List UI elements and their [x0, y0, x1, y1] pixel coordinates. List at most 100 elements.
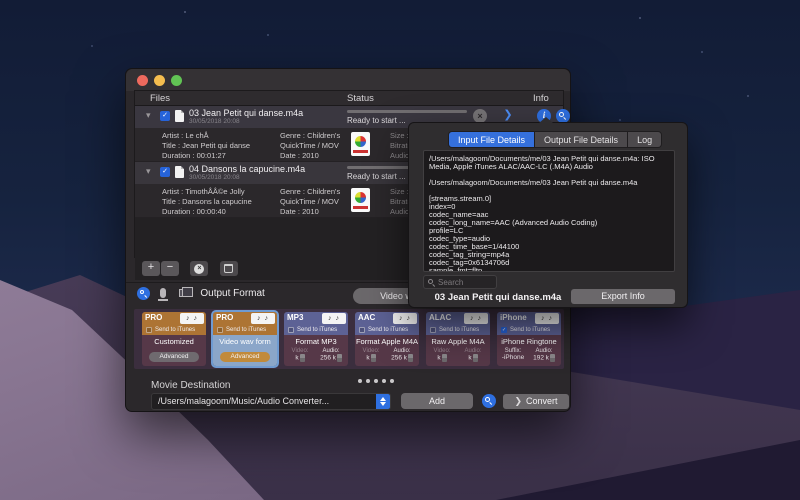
cancel-icon[interactable]: × — [473, 109, 487, 123]
stepper-icon[interactable] — [549, 354, 555, 362]
search-icon — [428, 279, 433, 284]
clear-list-button[interactable] — [219, 261, 238, 276]
send-to-itunes-label: Send to iTunes — [155, 327, 196, 333]
container-text: QuickTime / MOV — [280, 141, 339, 150]
zoom-window-button[interactable] — [171, 75, 182, 86]
music-notes-icon: ♪ ♪ — [464, 313, 488, 324]
tab-log[interactable]: Log — [628, 132, 662, 147]
trash-icon — [223, 264, 233, 273]
title-text: Title : Dansons la capucine — [162, 197, 252, 206]
container-text: QuickTime / MOV — [280, 197, 339, 206]
send-to-itunes-label: Send to iTunes — [439, 327, 480, 333]
destination-path-select[interactable]: /Users/malagoom/Music/Audio Converter... — [151, 393, 391, 410]
magnifier-glyph — [559, 112, 564, 117]
microphone-icon[interactable] — [158, 288, 169, 301]
card-badge: PRO — [216, 313, 234, 322]
card-name: Customized — [154, 337, 194, 346]
advanced-button[interactable]: Advanced — [149, 352, 199, 362]
list-header: Files Status Info — [135, 91, 563, 106]
card-name: Raw Apple M4A — [431, 337, 485, 346]
send-to-itunes-label: Send to iTunes — [297, 327, 338, 333]
stepper-icon[interactable] — [407, 354, 413, 362]
export-info-button[interactable]: Export Info — [571, 289, 675, 304]
card-name: iPhone Ringtone — [501, 337, 557, 346]
column-files: Files — [150, 93, 171, 104]
card-badge: ALAC — [429, 313, 452, 322]
preset-card-mp3[interactable]: MP3 ♪ ♪ Send to iTunes Format MP3 Video:… — [284, 312, 348, 366]
send-to-itunes-label: Send to iTunes — [226, 327, 267, 333]
output-format-header: Output Format — [137, 287, 265, 303]
gear-icon: × — [194, 264, 205, 274]
file-checkbox[interactable]: ✓ — [160, 167, 170, 177]
settings-button[interactable]: × — [190, 261, 209, 276]
disclosure-triangle-icon[interactable]: ▾ — [146, 110, 151, 121]
detail-tabs: Input File Details Output File Details L… — [448, 131, 663, 148]
preset-card-aac[interactable]: AAC ♪ ♪ Send to iTunes Format Apple M4A … — [355, 312, 419, 366]
media-file-icon — [351, 132, 370, 156]
search-input[interactable] — [438, 276, 494, 288]
preset-card-iphone[interactable]: iPhone ♪ ♪ ✓ Send to iTunes iPhone Ringt… — [497, 312, 561, 366]
file-details-text[interactable]: /Users/malagoom/Documents/me/03 Jean Pet… — [423, 150, 675, 272]
search-presets-button[interactable] — [137, 287, 150, 300]
advanced-button[interactable]: Advanced — [220, 352, 270, 362]
audio-label: Audio: — [535, 348, 553, 354]
page-dot[interactable] — [390, 379, 394, 383]
music-notes-icon: ♪ ♪ — [322, 313, 346, 324]
tab-output-file-details[interactable]: Output File Details — [535, 132, 629, 147]
search-icon[interactable] — [556, 109, 570, 123]
disclosure-triangle-icon[interactable]: ▾ — [146, 166, 151, 177]
add-destination-button[interactable]: Add — [401, 393, 473, 409]
titlebar[interactable] — [126, 69, 570, 91]
file-date: 30/05/2018 20:08 — [189, 174, 240, 181]
stepper-icon[interactable] — [441, 354, 447, 362]
send-to-itunes-checkbox[interactable] — [430, 327, 436, 333]
card-badge: iPhone — [500, 313, 527, 322]
page-dot[interactable] — [366, 379, 370, 383]
send-to-itunes-checkbox[interactable] — [146, 327, 152, 333]
stepper-icon[interactable] — [299, 354, 305, 362]
stepper-icon[interactable] — [472, 354, 478, 362]
magnifier-glyph — [485, 397, 490, 402]
tab-input-file-details[interactable]: Input File Details — [449, 132, 536, 147]
document-icon — [175, 110, 184, 122]
suffix-value: -iPhone — [501, 354, 525, 361]
stepper-icon[interactable] — [370, 354, 376, 362]
music-notes-icon: ♪ ♪ — [393, 313, 417, 324]
year-text: Date : 2010 — [280, 207, 319, 216]
minimize-window-button[interactable] — [154, 75, 165, 86]
reveal-destination-button[interactable] — [482, 394, 496, 408]
page-dot[interactable] — [358, 379, 362, 383]
add-file-button[interactable]: + — [142, 261, 160, 276]
stepper-icon[interactable] — [336, 354, 342, 362]
details-search-field[interactable] — [423, 275, 497, 289]
send-to-itunes-label: Send to iTunes — [368, 327, 409, 333]
preset-card-customized[interactable]: PRO ♪ ♪ Send to iTunes Customized Advanc… — [142, 312, 206, 366]
send-to-itunes-checkbox[interactable]: ✓ — [501, 327, 507, 333]
status-text: Ready to start ... — [347, 116, 406, 125]
send-to-itunes-checkbox[interactable] — [288, 327, 294, 333]
page-indicator[interactable] — [346, 370, 406, 388]
page-dot[interactable] — [374, 379, 378, 383]
close-window-button[interactable] — [137, 75, 148, 86]
duration-text: Duration : 00:00:40 — [162, 207, 226, 216]
preset-cards: PRO ♪ ♪ Send to iTunes Customized Advanc… — [134, 309, 564, 369]
remove-file-button[interactable]: − — [161, 261, 179, 276]
music-notes-icon: ♪ ♪ — [180, 313, 204, 324]
file-name: 04 Dansons la capucine.m4a — [189, 164, 306, 174]
genre-text: Genre : Children's — [280, 131, 341, 140]
send-to-itunes-checkbox[interactable] — [217, 327, 223, 333]
media-file-icon — [351, 188, 370, 212]
preset-card-video-wav-form[interactable]: PRO ♪ ♪ Send to iTunes Video wav form Ad… — [211, 310, 279, 368]
send-to-itunes-checkbox[interactable] — [359, 327, 365, 333]
convert-button[interactable]: ❯ Convert — [503, 394, 569, 409]
copy-icon[interactable] — [178, 287, 193, 297]
preset-card-alac[interactable]: ALAC ♪ ♪ Send to iTunes Raw Apple M4A Vi… — [426, 312, 490, 366]
page-dot[interactable] — [382, 379, 386, 383]
start-conversion-icon[interactable]: ❯ — [501, 108, 515, 122]
file-checkbox[interactable]: ✓ — [160, 111, 170, 121]
status-text: Ready to start ... — [347, 172, 406, 181]
combo-stepper-icon[interactable] — [376, 394, 390, 409]
popover-arrow — [539, 117, 553, 123]
artist-text: Artist : Le chÅ — [162, 131, 209, 140]
duration-text: Duration : 00:01:27 — [162, 151, 226, 160]
